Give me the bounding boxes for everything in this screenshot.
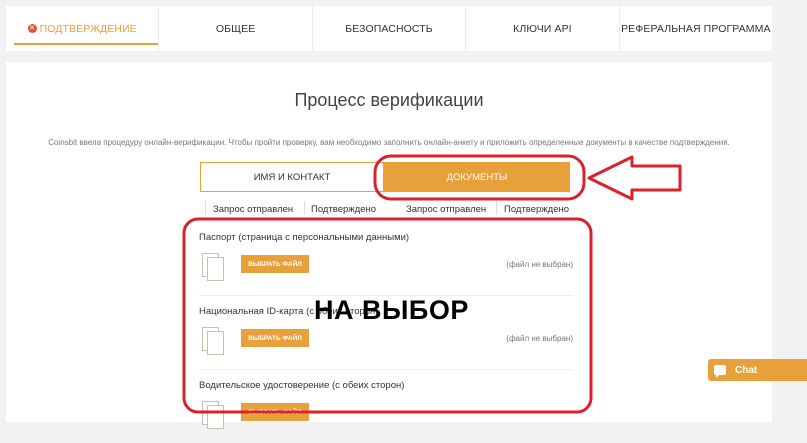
chat-label: Chat: [735, 364, 758, 376]
status-sent-name: Запрос отправлен: [213, 204, 294, 215]
status-confirmed-name: Подтверждено: [311, 204, 377, 215]
tab-referral[interactable]: РЕФЕРАЛЬНАЯ ПРОГРАММА: [618, 6, 772, 51]
settings-tab-bar: ✕ ПОДТВЕРЖДЕНИЕ ОБЩЕЕ БЕЗОПАСНОСТЬ КЛЮЧИ…: [6, 6, 772, 51]
status-divider: [205, 201, 206, 215]
error-icon: ✕: [27, 24, 37, 33]
file-status: (файл не выбран): [506, 260, 573, 269]
choose-file-button[interactable]: ВЫБРАТЬ ФАЙЛ: [241, 329, 309, 347]
verification-panel: Процесс верификации Coinsbit ввела проце…: [6, 62, 772, 429]
document-passport: Паспорт (страница с персональными данным…: [199, 222, 573, 296]
documents-list: Паспорт (страница с персональными данным…: [199, 222, 573, 443]
tab-label: РЕФЕРАЛЬНАЯ ПРОГРАММА: [621, 22, 771, 35]
tab-security[interactable]: БЕЗОПАСНОСТЬ: [311, 6, 465, 51]
tab-name-contact[interactable]: ИМЯ И КОНТАКТ: [200, 162, 384, 192]
file-status: (файл не выбран): [506, 334, 573, 343]
tab-documents[interactable]: ДОКУМЕНТЫ: [384, 162, 570, 192]
status-sent-docs: Запрос отправлен: [406, 204, 487, 215]
chat-button[interactable]: Chat: [708, 359, 807, 381]
page-description: Coinsbit ввела процедуру онлайн-верифика…: [48, 138, 730, 147]
tab-label: КЛЮЧИ API: [513, 22, 572, 35]
tab-label: БЕЗОПАСНОСТЬ: [345, 22, 433, 35]
file-icon: [202, 327, 224, 355]
status-divider: [496, 201, 497, 215]
status-divider: [304, 201, 305, 215]
tab-general[interactable]: ОБЩЕЕ: [158, 6, 311, 51]
document-drivers-license: Водительское удостоверение (с обеих стор…: [199, 370, 573, 443]
document-title: Паспорт (страница с персональными данным…: [199, 232, 410, 243]
tab-label: ОБЩЕЕ: [215, 22, 256, 35]
file-icon: [202, 253, 224, 281]
tab-verification[interactable]: ✕ ПОДТВЕРЖДЕНИЕ: [6, 6, 159, 51]
document-title: Водительское удостоверение (с обеих стор…: [199, 380, 405, 391]
choose-file-button[interactable]: ВЫБРАТЬ ФАЙЛ: [241, 255, 309, 273]
file-icon: [202, 401, 224, 429]
status-confirmed-docs: Подтверждено: [504, 204, 570, 215]
tab-label: ПОДТВЕРЖДЕНИЕ: [39, 22, 137, 35]
choose-file-button[interactable]: ВЫБРАТЬ ФАЙЛ: [241, 403, 309, 421]
annotation-text: НА ВЫБОР: [314, 295, 469, 325]
page-title: Процесс верификации: [294, 90, 484, 110]
chat-bubble-icon: [714, 365, 726, 378]
tab-api-keys[interactable]: КЛЮЧИ API: [465, 6, 618, 51]
